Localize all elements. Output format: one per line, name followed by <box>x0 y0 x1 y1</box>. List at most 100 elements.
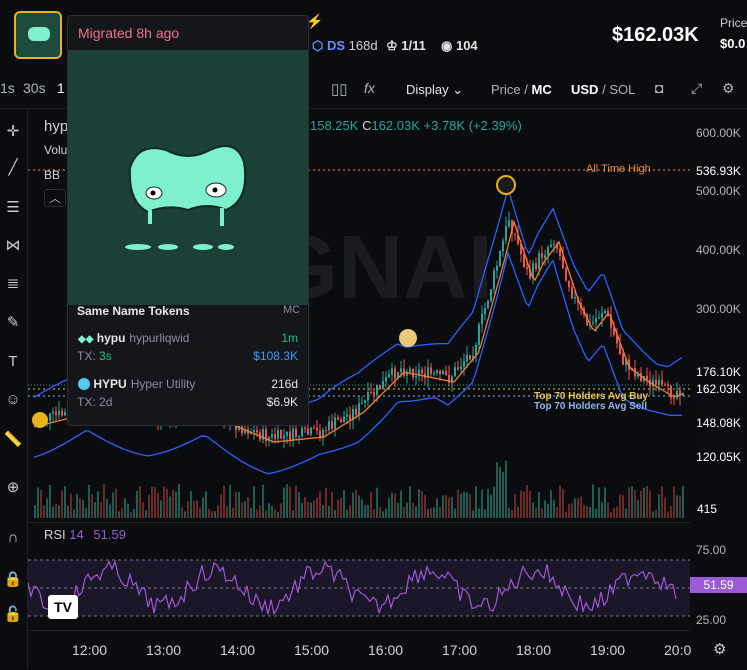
volume-bar <box>439 507 441 518</box>
volume-bar <box>58 505 60 518</box>
volume-bar <box>376 487 378 518</box>
volume-bar <box>640 490 642 518</box>
interval-1[interactable]: 1 <box>57 80 65 96</box>
volume-bar <box>583 504 585 518</box>
horizontal-lines-icon[interactable]: ☰ <box>3 198 23 218</box>
volume-bar <box>76 493 78 518</box>
candle <box>622 354 624 365</box>
candle <box>256 430 258 433</box>
volume-bar <box>652 511 654 518</box>
candle <box>493 270 495 290</box>
rsi-pane[interactable] <box>28 522 690 629</box>
volume-bar <box>226 506 228 518</box>
candle <box>364 400 366 403</box>
collapse-indicators-button[interactable]: ︿ <box>44 189 66 207</box>
rsi-value-tag: 51.59 <box>690 577 747 593</box>
volume-bar <box>676 495 678 518</box>
volume-bar <box>406 502 408 518</box>
y-tick: 500.00K <box>696 184 741 198</box>
candle <box>565 268 567 281</box>
brush-icon[interactable]: ✎ <box>3 313 23 333</box>
volume-bar <box>319 491 321 518</box>
time-axis[interactable]: 12:00 13:00 14:00 15:00 16:00 17:00 18:0… <box>28 630 691 670</box>
token-avatar[interactable] <box>14 11 62 59</box>
volume-bar <box>433 507 435 518</box>
emoji-icon[interactable]: ☺ <box>3 390 23 410</box>
same-name-token-row[interactable]: ◆◆ hypu hypurliqwid <box>78 331 189 345</box>
volume-bar <box>382 511 384 518</box>
volume-bar <box>484 509 486 518</box>
camera-icon[interactable]: ◘ <box>655 80 663 96</box>
views-stat: ◉ 104 <box>441 38 478 53</box>
volume-bar <box>88 484 90 518</box>
candle <box>61 410 63 416</box>
volume-bar <box>283 487 285 518</box>
price-mc-toggle[interactable]: Price / MC <box>491 82 552 97</box>
volume-bar <box>223 485 225 518</box>
crosshair-icon[interactable]: ✛ <box>3 122 23 142</box>
zoom-in-icon[interactable]: ⊕ <box>3 478 23 498</box>
volume-bar <box>592 484 594 518</box>
volume-bar <box>469 494 471 518</box>
candle <box>304 427 306 429</box>
volume-bar <box>178 484 180 518</box>
candle-type-icon[interactable]: ▯▯ <box>331 80 348 98</box>
candle <box>343 416 345 423</box>
volume-bar <box>235 492 237 518</box>
candle <box>535 263 537 270</box>
volume-bar <box>646 485 648 518</box>
candle <box>541 252 543 258</box>
volume-bars <box>34 460 684 518</box>
tradingview-logo[interactable]: TV <box>48 595 78 619</box>
token-art <box>28 27 50 41</box>
volume-bar <box>451 497 453 518</box>
interval-1s[interactable]: 1s <box>0 80 15 96</box>
candle <box>286 431 288 436</box>
currency-toggle[interactable]: USD / SOL <box>571 82 635 97</box>
text-icon[interactable]: T <box>3 352 23 372</box>
mc-column-label: MC <box>283 304 301 316</box>
volume-bar <box>82 499 84 518</box>
volume-bar <box>325 487 327 518</box>
volume-bar <box>214 511 216 518</box>
volume-bar <box>301 502 303 518</box>
volume-bar <box>637 500 639 518</box>
candle <box>667 384 669 386</box>
same-name-token-row[interactable]: HYPU Hyper Utility <box>78 377 195 391</box>
event-marker[interactable] <box>32 412 48 428</box>
price-axis[interactable]: 600.00K 500.00K 400.00K 300.00K 536.93K … <box>690 108 747 628</box>
volume-bar <box>169 496 171 518</box>
volume-bar <box>211 511 213 518</box>
event-marker[interactable] <box>399 329 417 347</box>
candle <box>547 246 549 255</box>
candle <box>595 318 597 323</box>
volume-bar <box>331 491 333 518</box>
candle <box>370 392 372 394</box>
indicators-icon[interactable]: fx <box>364 80 375 96</box>
volume-bar <box>349 505 351 518</box>
migration-marker[interactable] <box>496 175 516 195</box>
lock-drawings-icon[interactable]: 🔒 <box>3 570 23 590</box>
settings-icon[interactable]: ⚙ <box>722 80 735 97</box>
all-time-high-label: All Time High <box>586 163 651 175</box>
display-menu[interactable]: Display ⌄ <box>406 82 463 98</box>
candle <box>55 411 57 416</box>
interval-30s[interactable]: 30s <box>23 80 46 96</box>
lock-icon[interactable]: 🔓 <box>3 605 23 625</box>
volume-bar <box>199 507 201 518</box>
candle <box>544 254 546 258</box>
volume-bar <box>577 498 579 518</box>
candle <box>277 430 279 439</box>
magnet-icon[interactable]: ∩ <box>3 528 23 548</box>
trendline-icon[interactable]: ╱ <box>3 158 23 178</box>
pattern-icon[interactable]: ⋈ <box>3 236 23 256</box>
holders-stat: ♔ 1/11 <box>386 38 426 53</box>
ruler-icon[interactable]: 📏 <box>3 430 23 450</box>
candle <box>484 307 486 314</box>
fullscreen-icon[interactable]: ⤢ <box>691 80 702 97</box>
fib-icon[interactable]: ≣ <box>3 274 23 294</box>
volume-bar <box>496 462 498 518</box>
axis-settings-icon[interactable]: ⚙ <box>713 640 726 658</box>
eye-icon: ◉ <box>441 38 453 53</box>
candle <box>514 233 516 235</box>
